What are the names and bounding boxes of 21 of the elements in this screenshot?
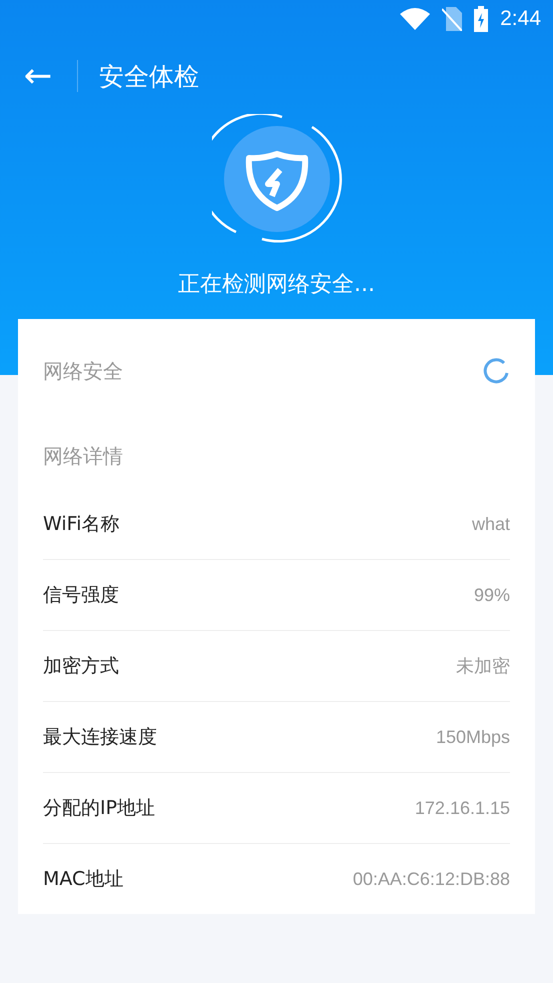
status-time: 2:44 (500, 7, 541, 31)
page-title: 安全体检 (99, 60, 199, 92)
back-button[interactable]: ← (22, 59, 54, 93)
scan-status: 正在检测网络安全... (177, 271, 376, 299)
detail-label: 信号强度 (43, 583, 119, 608)
detail-value: 00:AA:C6:12:DB:88 (352, 868, 510, 890)
detail-label: WiFi名称 (43, 512, 120, 537)
section-label: 网络安全 (43, 358, 123, 384)
detail-value: 172.16.1.15 (414, 798, 510, 818)
battery-charging-icon (474, 6, 488, 32)
detail-value: what (472, 514, 510, 534)
detail-value: 99% (474, 584, 510, 606)
detail-value: 150Mbps (436, 726, 510, 748)
detail-label: 分配的IP地址 (43, 796, 156, 821)
section-title: 网络详情 (43, 442, 123, 470)
detail-label: 最大连接速度 (43, 725, 157, 750)
no-sim-icon (442, 7, 462, 31)
detail-value: 未加密 (456, 655, 510, 678)
detail-label: MAC地址 (43, 867, 124, 892)
wifi-icon (400, 8, 430, 30)
detail-label: 加密方式 (43, 654, 119, 679)
